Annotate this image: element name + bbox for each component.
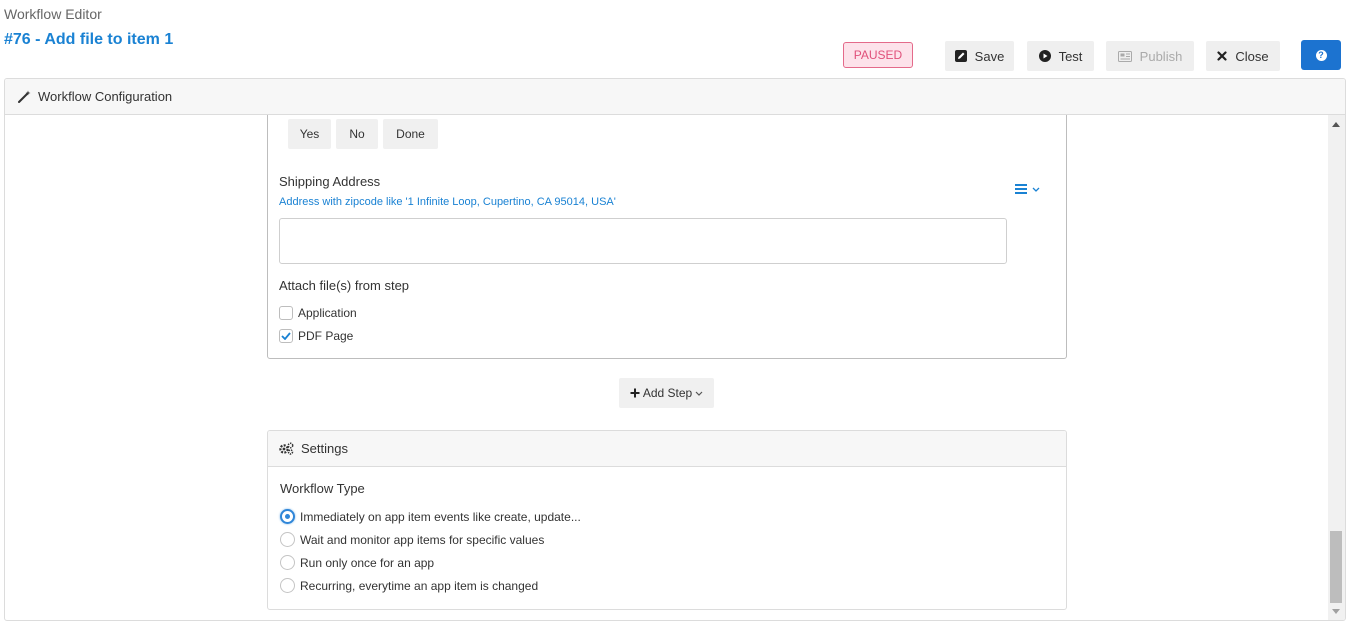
plus-icon <box>630 388 640 398</box>
save-button[interactable]: Save <box>945 41 1014 71</box>
shipping-address-input[interactable] <box>279 218 1007 264</box>
magic-wand-icon <box>18 90 31 103</box>
close-button[interactable]: Close <box>1206 41 1280 71</box>
attach-files-label: Attach file(s) from step <box>279 278 410 293</box>
help-button[interactable]: ? <box>1301 40 1341 70</box>
immediately-label: Immediately on app item events like crea… <box>300 509 581 524</box>
publish-label: Publish <box>1139 48 1183 64</box>
workflow-type-option-run-once[interactable]: Run only once for an app <box>280 555 434 570</box>
done-button[interactable]: Done <box>383 119 438 149</box>
scroll-up-arrow[interactable] <box>1332 122 1340 127</box>
panel-title: Workflow Configuration <box>38 89 173 104</box>
scroll-thumb[interactable] <box>1330 531 1342 603</box>
app-label: Workflow Editor <box>4 6 102 22</box>
test-button[interactable]: Test <box>1027 41 1094 71</box>
settings-card: Settings Workflow Type Immediately on ap… <box>267 430 1067 610</box>
workflow-title: #76 - Add file to item 1 <box>4 31 174 48</box>
application-checkbox[interactable] <box>279 306 293 320</box>
gears-icon <box>279 442 294 455</box>
shipping-address-label: Shipping Address <box>279 174 381 189</box>
yes-button[interactable]: Yes <box>288 119 331 149</box>
chevron-down-icon <box>1032 187 1040 192</box>
status-badge: PAUSED <box>843 42 913 68</box>
workflow-type-option-wait-monitor[interactable]: Wait and monitor app items for specific … <box>280 532 544 547</box>
workflow-type-option-recurring[interactable]: Recurring, everytime an app item is chan… <box>280 578 538 593</box>
checkmark-icon <box>281 332 291 340</box>
close-icon <box>1217 51 1227 61</box>
panel-body[interactable]: Yes No Done Shipping Address Address wit… <box>5 115 1345 620</box>
scroll-down-arrow[interactable] <box>1332 609 1340 614</box>
save-label: Save <box>974 48 1005 64</box>
close-label: Close <box>1235 48 1269 64</box>
pdf-page-checkbox[interactable] <box>279 329 293 343</box>
menu-icon <box>1015 184 1027 194</box>
attach-application-option[interactable]: Application <box>279 306 357 320</box>
no-button[interactable]: No <box>336 119 378 149</box>
wait-monitor-label: Wait and monitor app items for specific … <box>300 532 545 547</box>
step-card: Yes No Done Shipping Address Address wit… <box>267 115 1067 359</box>
publish-button[interactable]: Publish <box>1106 41 1194 71</box>
workflow-type-label: Workflow Type <box>280 481 365 496</box>
shipping-address-hint: Address with zipcode like '1 Infinite Lo… <box>279 196 616 208</box>
immediately-radio[interactable] <box>280 509 295 524</box>
add-step-label: Add Step <box>642 386 693 400</box>
chevron-down-icon <box>695 391 703 396</box>
run-once-label: Run only once for an app <box>300 555 435 570</box>
settings-title: Settings <box>301 441 348 456</box>
attach-pdf-page-option[interactable]: PDF Page <box>279 329 353 343</box>
pdf-page-label: PDF Page <box>298 329 354 343</box>
workflow-type-option-immediately[interactable]: Immediately on app item events like crea… <box>280 509 581 524</box>
newspaper-icon <box>1117 50 1132 62</box>
edit-icon <box>954 50 967 62</box>
recurring-label: Recurring, everytime an app item is chan… <box>300 578 539 593</box>
question-circle-icon: ? <box>1315 49 1327 61</box>
settings-header: Settings <box>268 431 1066 467</box>
recurring-radio[interactable] <box>280 578 295 593</box>
wait-monitor-radio[interactable] <box>280 532 295 547</box>
workflow-configuration-panel: Workflow Configuration Yes No Done Shipp… <box>4 78 1346 621</box>
test-label: Test <box>1058 48 1083 64</box>
panel-header: Workflow Configuration <box>5 79 1345 115</box>
add-step-button[interactable]: Add Step <box>619 378 714 408</box>
run-once-radio[interactable] <box>280 555 295 570</box>
application-label: Application <box>298 306 357 320</box>
play-circle-icon <box>1038 50 1051 62</box>
field-options-menu[interactable] <box>1015 184 1040 194</box>
vertical-scrollbar[interactable] <box>1328 115 1345 620</box>
